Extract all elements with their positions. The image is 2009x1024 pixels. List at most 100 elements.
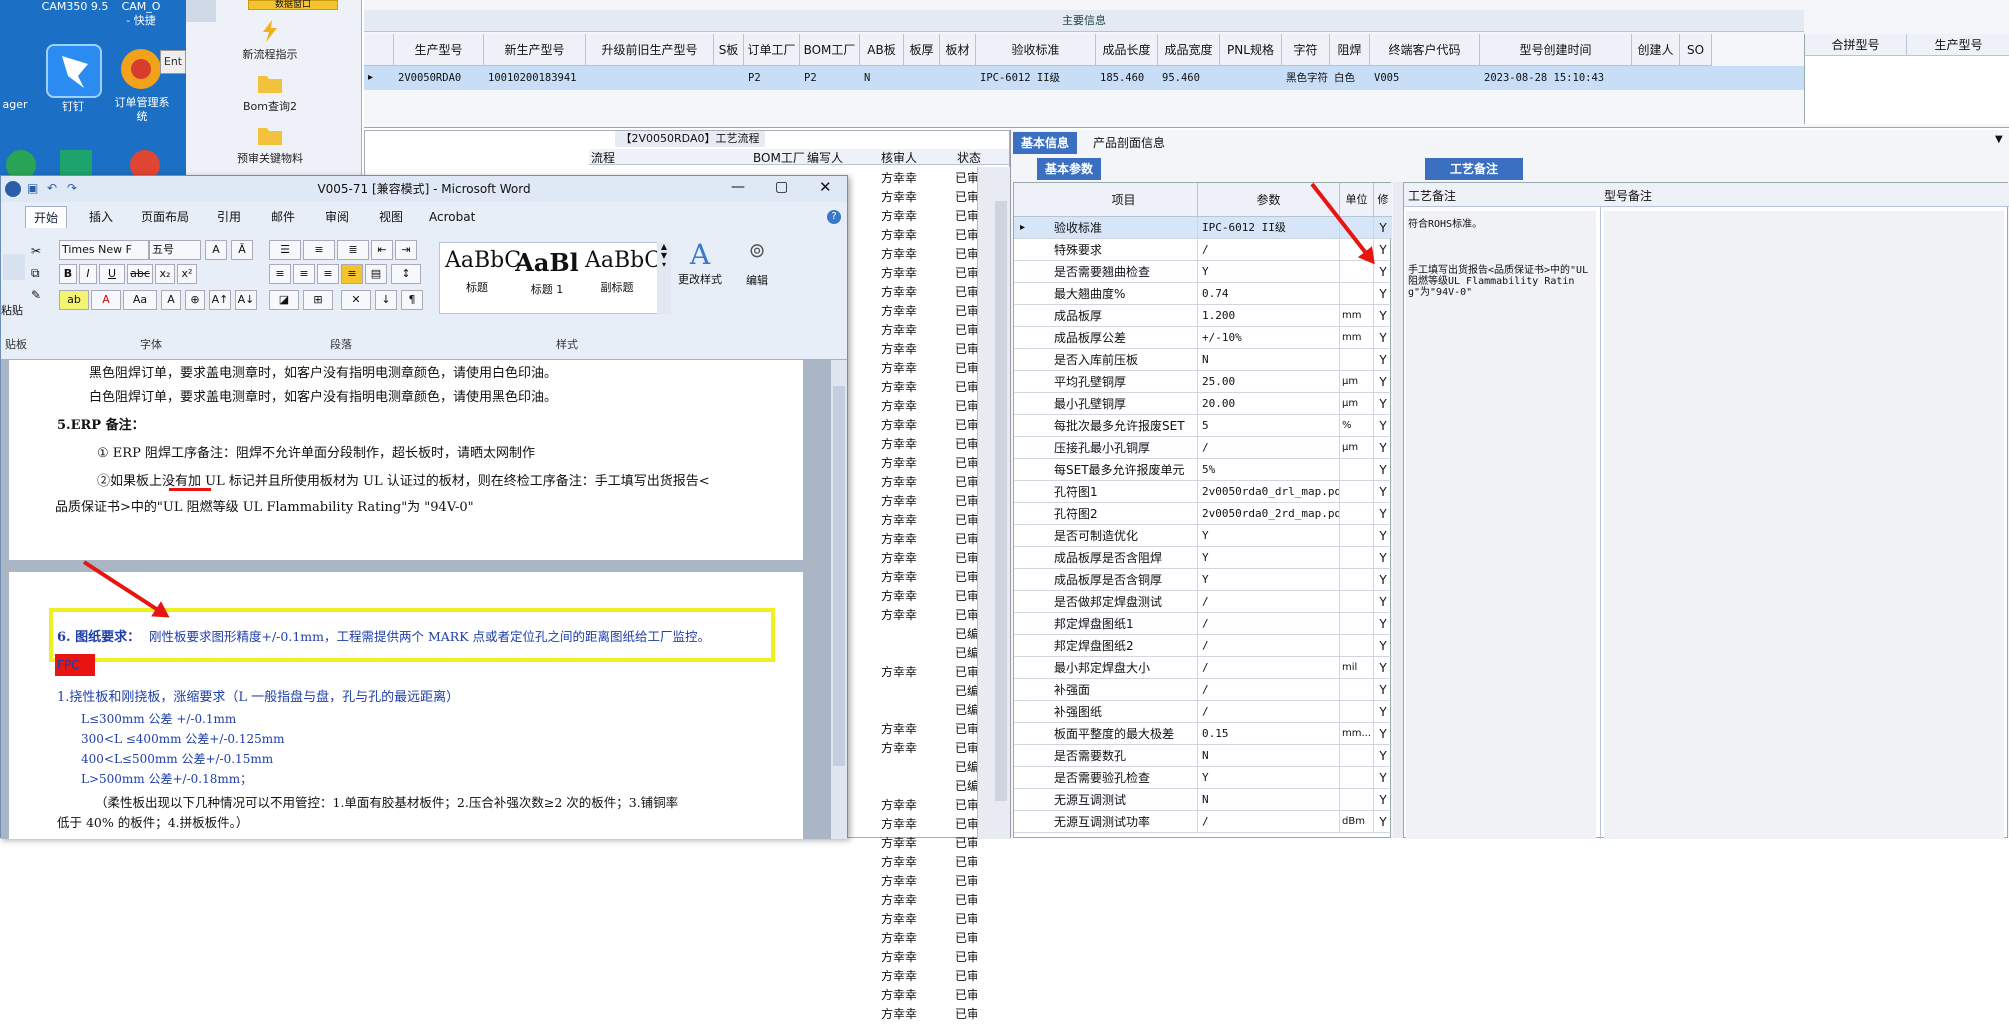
param-row[interactable]: 是否入库前压板 N Y [1014, 349, 1392, 371]
process-row-reviewer[interactable]: 方幸幸 [881, 340, 917, 359]
main-info-header[interactable]: 订单工厂 [744, 34, 800, 66]
decrease-indent-icon[interactable]: ⇤ [371, 240, 393, 260]
main-info-header[interactable]: S板 [714, 34, 744, 66]
process-row-reviewer[interactable]: 方幸幸 [881, 169, 917, 188]
param-row[interactable]: 成品板厚是否含阻焊 Y Y [1014, 547, 1392, 569]
process-row-reviewer[interactable]: 方幸幸 [881, 663, 917, 682]
nav-item-bom-query[interactable]: Bom查询2 [200, 72, 340, 114]
style-subtitle[interactable]: AaBbC 副标题 [585, 248, 661, 295]
process-row-reviewer[interactable]: 方幸幸 [881, 207, 917, 226]
main-info-header[interactable]: AB板 [860, 34, 904, 66]
main-info-cell[interactable]: 2023-08-28 15:10:43 [1480, 66, 1632, 90]
main-info-header[interactable]: PNL规格 [1220, 34, 1282, 66]
process-row-status[interactable]: 已审核 [955, 815, 977, 834]
main-info-cell[interactable]: 2V0050RDA0 [394, 66, 484, 90]
process-row-status[interactable]: 已审核 [955, 929, 977, 948]
param-value[interactable]: / [1198, 613, 1340, 635]
param-value[interactable]: / [1198, 811, 1340, 833]
char-border-icon[interactable]: A [161, 290, 181, 310]
cut-icon[interactable]: ✂ [31, 244, 41, 258]
process-row-reviewer[interactable]: 方幸幸 [881, 530, 917, 549]
process-row-reviewer[interactable]: 方幸幸 [881, 321, 917, 340]
ribbon-tab-references[interactable]: 引用 [209, 206, 249, 228]
process-row-reviewer[interactable]: 方幸幸 [881, 853, 917, 872]
nav-item-new-flow[interactable]: 新流程指示 [200, 20, 340, 62]
process-row-reviewer[interactable]: 方幸幸 [881, 397, 917, 416]
param-row[interactable]: 孔符图1 2v0050rda0_drl_map.pdf Y [1014, 481, 1392, 503]
process-row-status[interactable]: 已审核 [955, 397, 977, 416]
main-info-cell[interactable] [714, 66, 744, 90]
process-row-status[interactable]: 已审核 [955, 910, 977, 929]
panel-dropdown-icon[interactable]: ▼ [1995, 134, 2003, 145]
param-value[interactable]: 5% [1198, 459, 1340, 481]
param-row[interactable]: 最大翘曲度% 0.74 Y [1014, 283, 1392, 305]
process-row-status[interactable]: 已审核 [955, 264, 977, 283]
styles-scroll-icon[interactable]: ▲ ▼ ▾ [657, 242, 671, 314]
param-value[interactable]: / [1198, 437, 1340, 459]
line-spacing-icon[interactable]: ↕ [391, 264, 421, 284]
param-row[interactable]: 平均孔壁铜厚 25.00 μm Y [1014, 371, 1392, 393]
quick-save-icon[interactable]: ▣ [27, 181, 38, 195]
italic-icon[interactable]: I [79, 264, 97, 284]
craft-notes-cell[interactable] [1406, 211, 1596, 839]
increase-indent-icon[interactable]: ⇥ [395, 240, 417, 260]
process-row-status[interactable]: 已审核 [955, 606, 977, 625]
process-row-reviewer[interactable]: 方幸幸 [881, 967, 917, 986]
main-info-header[interactable]: 验收标准 [976, 34, 1096, 66]
minimize-icon[interactable]: — [731, 179, 745, 195]
help-icon[interactable]: ? [827, 210, 841, 224]
process-row-reviewer[interactable]: 方幸幸 [881, 302, 917, 321]
main-info-header[interactable]: 创建人 [1632, 34, 1680, 66]
process-row-status[interactable]: 已审核 [955, 967, 977, 986]
param-value[interactable]: N [1198, 745, 1340, 767]
param-row[interactable]: 邦定焊盘图纸1/ Y [1014, 613, 1392, 635]
strikethrough-icon[interactable]: abc [127, 264, 153, 284]
process-row-status[interactable]: 已审核 [955, 321, 977, 340]
main-info-header[interactable]: 板厚 [904, 34, 940, 66]
highlight-icon[interactable]: ab [59, 290, 89, 310]
process-row-reviewer[interactable]: 方幸幸 [881, 834, 917, 853]
params-splitter[interactable] [1393, 182, 1403, 838]
bold-icon[interactable]: B [59, 264, 77, 284]
process-row-reviewer[interactable]: 方幸幸 [881, 606, 917, 625]
multilevel-list-icon[interactable]: ≣ [337, 240, 369, 260]
numbering-icon[interactable]: ≡ [303, 240, 335, 260]
main-info-header[interactable]: 阻焊 [1330, 34, 1370, 66]
process-row-reviewer[interactable]: 方幸幸 [881, 473, 917, 492]
process-row-status[interactable]: 已审核 [955, 492, 977, 511]
process-row-status[interactable]: 已审核 [955, 169, 977, 188]
param-row[interactable]: 补强图纸 / Y [1014, 701, 1392, 723]
process-row-status[interactable]: 已编写 [955, 701, 977, 720]
process-row-status[interactable]: 已审核 [955, 948, 977, 967]
process-row-reviewer[interactable]: 方幸幸 [881, 549, 917, 568]
param-value[interactable]: / [1198, 679, 1340, 701]
ribbon-tab-view[interactable]: 视图 [371, 206, 411, 228]
model-notes-cell[interactable] [1604, 211, 2004, 839]
grow-font-2-icon[interactable]: A↑ [209, 290, 231, 310]
main-info-header[interactable]: 型号创建时间 [1480, 34, 1632, 66]
align-left-icon[interactable]: ≡ [269, 264, 291, 284]
param-value[interactable]: IPC-6012 II级 [1198, 217, 1340, 239]
underline-icon[interactable]: U [99, 264, 125, 284]
process-row-status[interactable]: 已审核 [955, 245, 977, 264]
sort-icon[interactable]: ↓ [375, 290, 397, 310]
clear-format-icon[interactable]: Ā [231, 240, 253, 260]
process-row-status[interactable]: 已编写 [955, 777, 977, 796]
process-row-reviewer[interactable]: 方幸幸 [881, 872, 917, 891]
param-value[interactable]: 25.00 [1198, 371, 1340, 393]
process-row-reviewer[interactable]: 方幸幸 [881, 1005, 917, 1024]
dingtalk-app-icon[interactable] [46, 44, 102, 98]
process-row-status[interactable]: 已审核 [955, 568, 977, 587]
style-title[interactable]: AaBbC 标题 [445, 248, 521, 295]
document-page-1[interactable]: 黑色阻焊订单，要求盖电测章时，如客户没有指明电测章颜色，请使用白色印油。 白色阻… [9, 360, 803, 560]
process-row-status[interactable]: 已审核 [955, 302, 977, 321]
process-row-status[interactable]: 已审核 [955, 891, 977, 910]
redo-icon[interactable]: ↷ [67, 181, 77, 195]
nav-toolbar-icon[interactable] [186, 0, 216, 22]
process-row-status[interactable]: 已审核 [955, 435, 977, 454]
param-row[interactable]: 孔符图2 2v0050rda0_2rd_map.pdf Y [1014, 503, 1392, 525]
document-page-2[interactable]: 6. 图纸要求： 刚性板要求图形精度+/-0.1mm，工程需提供两个 MARK … [9, 572, 803, 839]
paste-label[interactable]: 粘贴 [1, 302, 23, 318]
align-center-icon[interactable]: ≡ [293, 264, 315, 284]
param-value[interactable]: / [1198, 701, 1340, 723]
